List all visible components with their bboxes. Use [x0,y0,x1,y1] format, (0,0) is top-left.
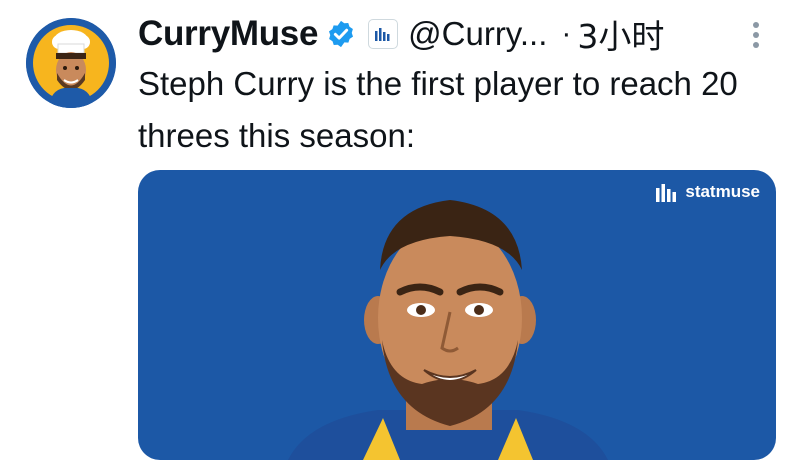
tweet-text: Steph Curry is the first player to reach… [138,65,738,154]
statmuse-affiliate-icon[interactable] [368,19,399,49]
more-dot [753,22,759,28]
player-illustration [288,200,608,460]
avatar-illustration [26,18,116,108]
more-options-icon[interactable] [744,18,768,52]
more-dot [753,42,759,48]
avatar[interactable] [26,18,116,108]
tweet-header: CurryMuse @Curry... · 3小时 [138,12,778,56]
statmuse-logo-icon [375,28,390,41]
tweet-media[interactable]: statmuse [138,170,776,460]
separator-dot: · [561,17,572,50]
more-dot [753,32,759,38]
tweet[interactable]: CurryMuse @Curry... · 3小时 Steph Curry is… [0,0,800,460]
handle[interactable]: @Curry... [408,15,547,53]
verified-badge-icon[interactable] [326,19,356,49]
display-name[interactable]: CurryMuse [138,14,318,54]
timestamp[interactable]: 3小时 [577,10,664,58]
